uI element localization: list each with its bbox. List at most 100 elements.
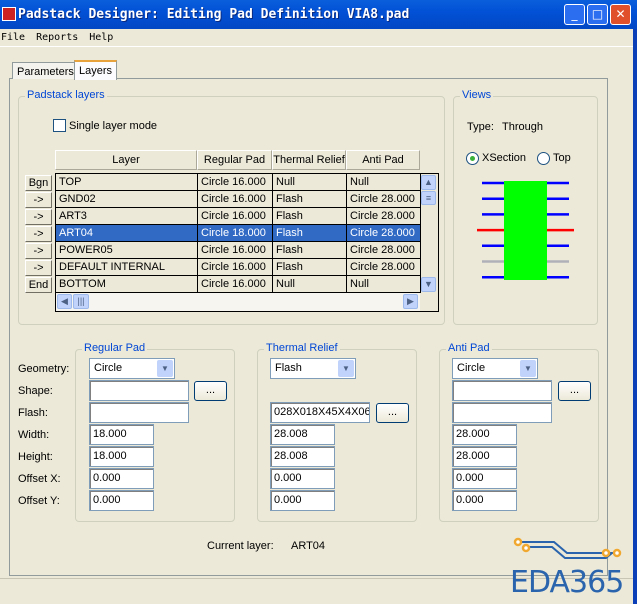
regular-flash-input[interactable] xyxy=(89,402,189,423)
thermal-flash-input[interactable]: 028X018X45X4X06 xyxy=(270,402,370,423)
offset-x-label: Offset X: xyxy=(18,473,61,485)
current-layer-value: ART04 xyxy=(291,540,326,552)
cell-anti[interactable]: Circle 28.000 xyxy=(347,208,421,225)
cell-regular[interactable]: Circle 16.000 xyxy=(198,174,273,191)
type-value: Through xyxy=(502,121,543,133)
cell-regular[interactable]: Circle 18.000 xyxy=(198,225,273,242)
xsection-preview xyxy=(477,181,574,280)
group-title: Padstack layers xyxy=(25,89,107,101)
regular-height-input[interactable]: 18.000 xyxy=(89,446,154,467)
cell-anti[interactable]: Circle 28.000 xyxy=(347,191,421,208)
cell-thermal[interactable]: Flash xyxy=(273,208,347,225)
cell-layer[interactable]: POWER05 xyxy=(56,242,198,259)
anti-shape-input[interactable] xyxy=(452,380,552,401)
anti-shape-browse-button[interactable]: ... xyxy=(558,381,591,401)
window-title: Padstack Designer: Editing Pad Definitio… xyxy=(18,7,410,22)
pad-body xyxy=(504,181,547,280)
horizontal-scrollbar[interactable] xyxy=(56,293,420,311)
cell-layer[interactable]: TOP xyxy=(56,174,198,191)
regular-width-input[interactable]: 18.000 xyxy=(89,424,154,445)
col-header-regular[interactable]: Regular Pad xyxy=(197,150,272,170)
anti-width-input[interactable]: 28.000 xyxy=(452,424,517,445)
scroll-right-button[interactable]: ▶ xyxy=(403,294,418,309)
selected-value: Flash xyxy=(275,362,302,374)
anti-offset-x-input[interactable]: 0.000 xyxy=(452,468,517,489)
scroll-left-button[interactable]: ◀ xyxy=(57,294,72,309)
anti-flash-input[interactable] xyxy=(452,402,552,423)
top-radio[interactable] xyxy=(537,152,550,165)
regular-shape-input[interactable] xyxy=(89,380,189,401)
row-button[interactable]: -> xyxy=(25,192,52,208)
cell-anti[interactable]: Null xyxy=(347,174,421,191)
cell-layer[interactable]: ART04 xyxy=(56,225,198,242)
chevron-down-icon: ▼ xyxy=(157,360,173,377)
cell-regular[interactable]: Circle 16.000 xyxy=(198,208,273,225)
cell-regular[interactable]: Circle 16.000 xyxy=(198,276,273,293)
cell-layer[interactable]: BOTTOM xyxy=(56,276,198,293)
cell-thermal[interactable]: Flash xyxy=(273,242,347,259)
menu-help[interactable]: Help xyxy=(89,32,113,43)
group-title: Anti Pad xyxy=(446,342,492,354)
cell-anti[interactable]: Circle 28.000 xyxy=(347,242,421,259)
row-button[interactable]: Bgn xyxy=(25,175,52,191)
vertical-scroll-thumb[interactable]: ≡ xyxy=(421,191,436,205)
scroll-up-button[interactable]: ▲ xyxy=(421,175,436,190)
cell-regular[interactable]: Circle 16.000 xyxy=(198,242,273,259)
thermal-geometry-select[interactable]: Flash ▼ xyxy=(270,358,356,379)
cell-thermal[interactable]: Null xyxy=(273,276,347,293)
row-button[interactable]: -> xyxy=(25,226,52,242)
col-header-anti[interactable]: Anti Pad xyxy=(346,150,420,170)
cell-thermal[interactable]: Null xyxy=(273,174,347,191)
col-header-layer[interactable]: Layer xyxy=(55,150,197,170)
thermal-offset-y-input[interactable]: 0.000 xyxy=(270,490,335,511)
minimize-button[interactable]: _ xyxy=(564,4,585,25)
horizontal-scroll-thumb[interactable]: ||| xyxy=(73,294,89,309)
cell-regular[interactable]: Circle 16.000 xyxy=(198,191,273,208)
regular-geometry-select[interactable]: Circle ▼ xyxy=(89,358,175,379)
row-button[interactable]: End xyxy=(25,277,52,293)
cell-layer[interactable]: GND02 xyxy=(56,191,198,208)
app-icon xyxy=(2,7,16,21)
current-layer-label: Current layer: xyxy=(207,540,274,552)
selected-value: Circle xyxy=(94,362,123,374)
cell-thermal[interactable]: Flash xyxy=(273,259,347,276)
selected-value: Circle xyxy=(457,362,486,374)
anti-geometry-select[interactable]: Circle ▼ xyxy=(452,358,538,379)
group-title: Regular Pad xyxy=(82,342,148,354)
width-label: Width: xyxy=(18,429,50,441)
cell-regular[interactable]: Circle 16.000 xyxy=(198,259,273,276)
offset-y-label: Offset Y: xyxy=(18,495,60,507)
cell-thermal[interactable]: Flash xyxy=(273,225,347,242)
thermal-width-input[interactable]: 28.008 xyxy=(270,424,335,445)
regular-offset-y-input[interactable]: 0.000 xyxy=(89,490,154,511)
maximize-button[interactable]: □ xyxy=(587,4,608,25)
cell-anti[interactable]: Circle 28.000 xyxy=(347,225,421,242)
xsection-radio[interactable] xyxy=(466,152,479,165)
thermal-flash-browse-button[interactable]: ... xyxy=(376,403,409,423)
cell-layer[interactable]: ART3 xyxy=(56,208,198,225)
cell-anti[interactable]: Circle 28.000 xyxy=(347,259,421,276)
tab-parameters[interactable]: Parameters xyxy=(12,62,79,79)
cell-layer[interactable]: DEFAULT INTERNAL xyxy=(56,259,198,276)
single-layer-checkbox[interactable] xyxy=(53,119,66,132)
regular-shape-browse-button[interactable]: ... xyxy=(194,381,227,401)
cell-thermal[interactable]: Flash xyxy=(273,191,347,208)
single-layer-label: Single layer mode xyxy=(69,120,158,132)
thermal-height-input[interactable]: 28.008 xyxy=(270,446,335,467)
close-button[interactable]: ✕ xyxy=(610,4,631,25)
thermal-offset-x-input[interactable]: 0.000 xyxy=(270,468,335,489)
scroll-down-button[interactable]: ▼ xyxy=(421,277,436,292)
cell-anti[interactable]: Null xyxy=(347,276,421,293)
anti-height-input[interactable]: 28.000 xyxy=(452,446,517,467)
tab-layers[interactable]: Layers xyxy=(74,60,118,80)
group-title: Thermal Relief xyxy=(264,342,340,354)
anti-offset-y-input[interactable]: 0.000 xyxy=(452,490,517,511)
type-label: Type: xyxy=(467,121,494,133)
row-button[interactable]: -> xyxy=(25,260,52,276)
row-button[interactable]: -> xyxy=(25,209,52,225)
menu-file[interactable]: File xyxy=(1,32,25,43)
menu-reports[interactable]: Reports xyxy=(36,32,78,43)
regular-offset-x-input[interactable]: 0.000 xyxy=(89,468,154,489)
col-header-thermal[interactable]: Thermal Relief xyxy=(272,150,346,170)
row-button[interactable]: -> xyxy=(25,243,52,259)
